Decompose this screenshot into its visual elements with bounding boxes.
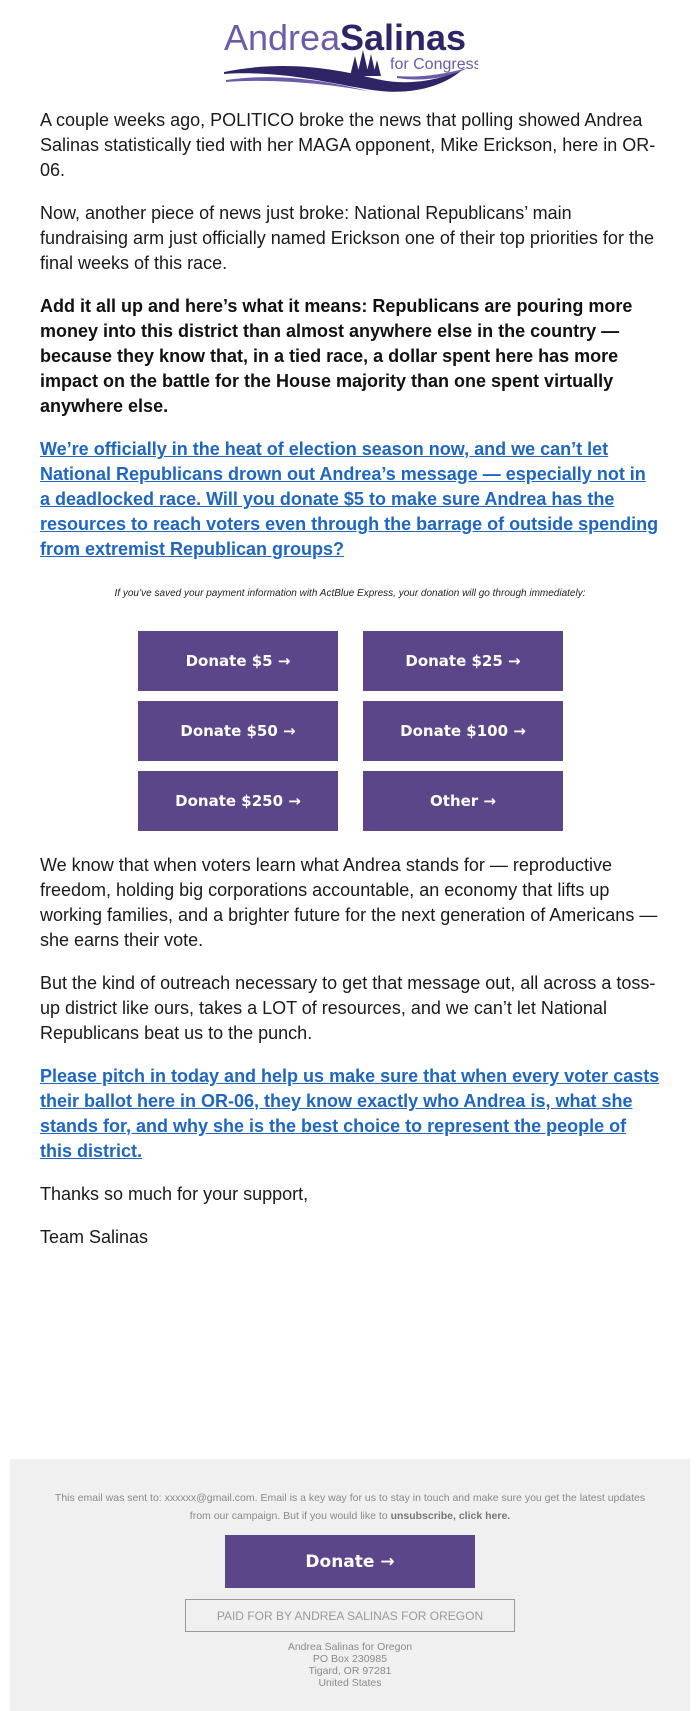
donate-50-button[interactable]: Donate $50 → [138,701,338,761]
address-line2: Tigard, OR 97281 [308,1665,392,1677]
address-country: United States [318,1677,382,1689]
donate-link-5[interactable]: We’re officially in the heat of election… [40,437,660,562]
paragraph-republican-priority: Now, another piece of news just broke: N… [40,203,654,273]
address-line1: PO Box 230985 [312,1653,388,1665]
closing-thanks: Thanks so much for your support, [40,1184,309,1204]
unsubscribe-link[interactable]: unsubscribe, click here. [391,1510,511,1522]
signature: Team Salinas [40,1227,149,1247]
donate-100-button[interactable]: Donate $100 → [363,701,563,761]
logo-first-name: Andrea [224,17,341,58]
paragraph-outreach: But the kind of outreach necessary to ge… [40,973,656,1043]
donate-5-button[interactable]: Donate $5 → [138,631,338,691]
email-body-top: A couple weeks ago, POLITICO broke the n… [40,108,660,580]
paragraph-add-it-up: Add it all up and here’s what it means: … [40,296,633,416]
address-org: Andrea Salinas for Oregon [287,1641,413,1653]
donate-button-grid: Donate $5 → Donate $25 → Donate $50 → Do… [138,631,563,831]
email-footer: This email was sent to: xxxxxx@gmail.com… [10,1459,690,1711]
email-body-bottom: We know that when voters learn what Andr… [40,853,660,1268]
logo-last-name: Salinas [340,17,466,58]
footer-sent-to: This email was sent to: xxxxxx@gmail.com… [50,1489,650,1525]
donate-25-button[interactable]: Donate $25 → [363,631,563,691]
logo-graphic: Andrea Salinas for Congress [224,17,478,92]
footer-sent-to-text: This email was sent to: xxxxxx@gmail.com… [54,1492,646,1522]
footer-donate-button[interactable]: Donate → [225,1535,475,1588]
campaign-logo: Andrea Salinas for Congress [222,12,478,96]
donate-250-button[interactable]: Donate $250 → [138,771,338,831]
actblue-express-note: If you’ve saved your payment information… [114,588,586,599]
paragraph-politico-poll: A couple weeks ago, POLITICO broke the n… [40,110,656,180]
paid-for-disclaimer: PAID FOR BY ANDREA SALINAS FOR OREGON [185,1599,515,1632]
donate-link-pitch-in[interactable]: Please pitch in today and help us make s… [40,1064,660,1164]
paragraph-voters-learn: We know that when voters learn what Andr… [40,855,658,950]
mailing-address: Andrea Salinas for Oregon PO Box 230985 … [10,1641,690,1689]
donate-other-button[interactable]: Other → [363,771,563,831]
logo-tagline: for Congress [390,56,478,73]
